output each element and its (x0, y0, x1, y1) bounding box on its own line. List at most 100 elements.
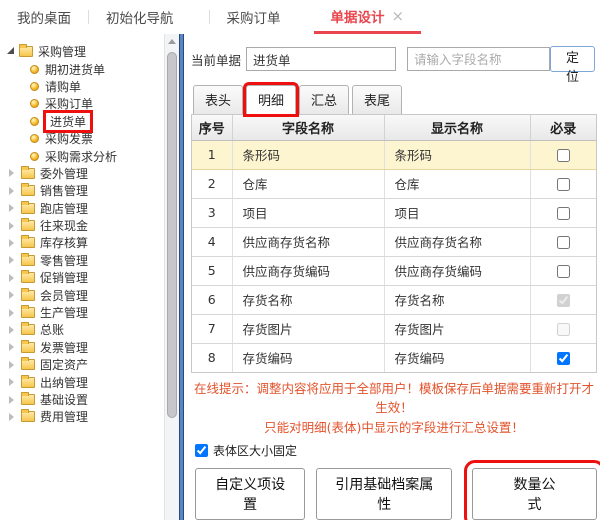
tree-label: 采购需求分析 (45, 149, 118, 164)
sidebar-folder-invoice-mgmt[interactable]: 发票管理 (7, 339, 179, 356)
required-checkbox[interactable] (556, 294, 570, 307)
tab-doc-design[interactable]: 单据设计 × (313, 0, 422, 34)
required-checkbox[interactable] (556, 352, 570, 365)
sidebar-scrollbar[interactable] (164, 34, 179, 520)
expander-closed-icon[interactable] (9, 204, 14, 213)
folder-icon (21, 200, 35, 214)
sidebar-item-goods-receipt[interactable]: 进货单 (7, 112, 179, 130)
tab-summary-section[interactable]: 汇总 (299, 85, 350, 114)
required-checkbox[interactable] (556, 178, 570, 191)
close-icon[interactable]: × (392, 7, 405, 25)
tab-label: 我的桌面 (17, 11, 71, 27)
sidebar-item-requisition[interactable]: 请购单 (7, 78, 179, 95)
current-doc-row: 当前单据 定位 (191, 46, 597, 85)
sidebar-folder-retail[interactable]: 零售管理 (7, 252, 179, 269)
sidebar-item-purchase-demand[interactable]: 采购需求分析 (7, 147, 179, 164)
table-row[interactable]: 5 供应商存货编码 供应商存货编码 (192, 256, 596, 286)
col-header-required: 必录 (530, 115, 596, 141)
required-checkbox[interactable] (556, 149, 570, 162)
folder-open-icon (19, 44, 33, 58)
expander-closed-icon[interactable] (9, 360, 14, 369)
locate-button[interactable]: 定位 (550, 46, 595, 85)
sidebar-folder-expense[interactable]: 费用管理 (7, 408, 179, 425)
sidebar-folder-basic-settings[interactable]: 基础设置 (7, 391, 179, 408)
tree-label: 销售管理 (40, 184, 89, 199)
required-checkbox[interactable] (556, 323, 570, 336)
table-row[interactable]: 7 存货图片 存货图片 (192, 314, 596, 344)
expander-closed-icon[interactable] (9, 238, 14, 247)
tab-init-nav[interactable]: 初始化导航 (89, 0, 191, 34)
sidebar-item-purchase-invoice[interactable]: 采购发票 (7, 130, 179, 147)
cell-no: 5 (192, 256, 233, 286)
scrollbar-thumb[interactable] (167, 52, 177, 418)
table-row[interactable]: 6 存货名称 存货名称 (192, 285, 596, 315)
sidebar-folder-inventory-accounting[interactable]: 库存核算 (7, 234, 179, 251)
tree-label: 往来现金 (40, 219, 89, 234)
table-row[interactable]: 8 存货编码 存货编码 (192, 343, 596, 372)
col-header-display: 显示名称 (384, 115, 531, 141)
folder-icon (21, 218, 35, 232)
current-doc-input[interactable] (246, 47, 397, 71)
tree-label: 请购单 (45, 79, 82, 94)
tree-label: 固定资产 (40, 358, 89, 373)
required-checkbox[interactable] (556, 207, 570, 220)
ref-base-archive-button[interactable]: 引用基础档案属性 (316, 468, 453, 520)
sidebar-folder-sales[interactable]: 销售管理 (7, 182, 179, 199)
tree-label: 跑店管理 (40, 201, 89, 216)
body-size-fixed-checkbox[interactable] (195, 444, 208, 457)
sidebar-folder-current-cash[interactable]: 往来现金 (7, 217, 179, 234)
expander-closed-icon[interactable] (9, 291, 14, 300)
tab-detail-section[interactable]: 明细 (246, 85, 297, 114)
expander-closed-icon[interactable] (9, 395, 14, 404)
tab-header-section[interactable]: 表头 (193, 85, 244, 114)
expander-closed-icon[interactable] (9, 186, 14, 195)
field-table: 序号 字段名称 显示名称 必录 1 条形码 条形码 2 仓库 仓库 3 项目 项… (191, 114, 597, 373)
table-header-row: 序号 字段名称 显示名称 必录 (192, 115, 596, 141)
tab-footer-section[interactable]: 表尾 (352, 85, 403, 114)
cell-field: 规格型号 (232, 372, 384, 373)
sidebar-item-purchase-order[interactable]: 采购订单 (7, 95, 179, 112)
folder-icon (21, 357, 35, 371)
sidebar-folder-fixed-assets[interactable]: 固定资产 (7, 356, 179, 373)
expander-closed-icon[interactable] (9, 169, 14, 178)
table-row[interactable]: 1 条形码 条形码 (192, 140, 596, 170)
custom-item-settings-button[interactable]: 自定义项设置 (195, 468, 306, 520)
required-checkbox[interactable] (556, 236, 570, 249)
sidebar-folder-cashier[interactable]: 出纳管理 (7, 373, 179, 390)
tab-purchase-order[interactable]: 采购订单 (210, 0, 298, 34)
cell-display: 存货图片 (384, 314, 531, 344)
sidebar-folder-outsourcing[interactable]: 委外管理 (7, 165, 179, 182)
tree-label: 期初进货单 (45, 62, 106, 77)
expander-closed-icon[interactable] (9, 221, 14, 230)
expander-closed-icon[interactable] (9, 412, 14, 421)
body-size-fixed-label: 表体区大小固定 (213, 444, 298, 458)
required-checkbox[interactable] (556, 265, 570, 278)
expander-closed-icon[interactable] (9, 308, 14, 317)
cell-field: 项目 (232, 198, 385, 228)
expander-open-icon[interactable] (7, 47, 14, 55)
quantity-formula-button[interactable]: 数量公式 (464, 460, 600, 520)
table-row[interactable]: 3 项目 项目 (192, 198, 596, 228)
table-row[interactable]: 2 仓库 仓库 (192, 169, 596, 199)
body-size-fixed-row: 表体区大小固定 (195, 442, 597, 459)
table-row[interactable]: 4 供应商存货名称 供应商存货名称 (192, 227, 596, 257)
field-search-input[interactable] (407, 47, 551, 71)
sidebar-folder-membership[interactable]: 会员管理 (7, 286, 179, 303)
sidebar-item-initial-purchase[interactable]: 期初进货单 (7, 60, 179, 77)
expander-closed-icon[interactable] (9, 273, 14, 282)
tab-my-desktop[interactable]: 我的桌面 (0, 0, 88, 34)
cell-no: 6 (192, 285, 233, 315)
sidebar-folder-store-run[interactable]: 跑店管理 (7, 200, 179, 217)
sidebar-folder-production[interactable]: 生产管理 (7, 304, 179, 321)
sidebar-folder-promotion[interactable]: 促销管理 (7, 269, 179, 286)
expander-closed-icon[interactable] (9, 256, 14, 265)
expander-closed-icon[interactable] (9, 343, 14, 352)
scroll-up-button[interactable] (165, 34, 179, 49)
expander-closed-icon[interactable] (9, 378, 14, 387)
bullet-icon (30, 134, 39, 144)
current-doc-label: 当前单据 (191, 52, 242, 68)
sidebar-item-purchase-mgmt[interactable]: 采购管理 (7, 43, 179, 60)
sidebar-folder-general-ledger[interactable]: 总账 (7, 321, 179, 338)
table-row[interactable]: 9 规格型号 规格型号 (192, 372, 596, 373)
expander-closed-icon[interactable] (9, 325, 14, 334)
